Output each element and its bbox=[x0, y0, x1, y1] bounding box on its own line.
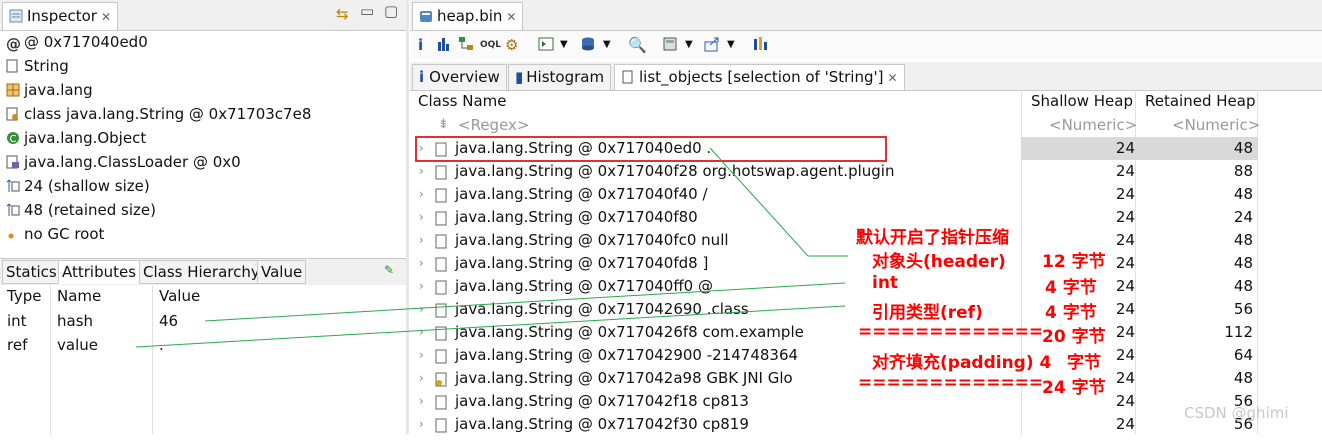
annotation-lines bbox=[135, 147, 848, 348]
annotation-header-label: 对象头(header) bbox=[872, 252, 1006, 272]
annotation-padding-label: 对齐填充(padding) 4 bbox=[872, 353, 1052, 373]
annotation-int-label: int bbox=[872, 273, 899, 293]
annotation-title: 默认开启了指针压缩 bbox=[856, 228, 1009, 248]
annotation-padding-value: 字节 bbox=[1067, 353, 1101, 373]
annotation-ref-label: 引用类型(ref) bbox=[872, 303, 983, 323]
annotation-header-value: 12 字节 bbox=[1042, 252, 1106, 272]
annotation-divider-2: ============= bbox=[858, 373, 1044, 393]
watermark: CSDN @ghimi bbox=[1184, 404, 1289, 422]
annotation-total-2: 24 字节 bbox=[1042, 378, 1106, 398]
annotation-divider-1: ============= bbox=[858, 322, 1044, 342]
annotation-ref-value: 4 字节 bbox=[1045, 303, 1097, 323]
annotation-int-value: 4 字节 bbox=[1045, 278, 1097, 298]
annotation-total-1: 20 字节 bbox=[1042, 327, 1106, 347]
